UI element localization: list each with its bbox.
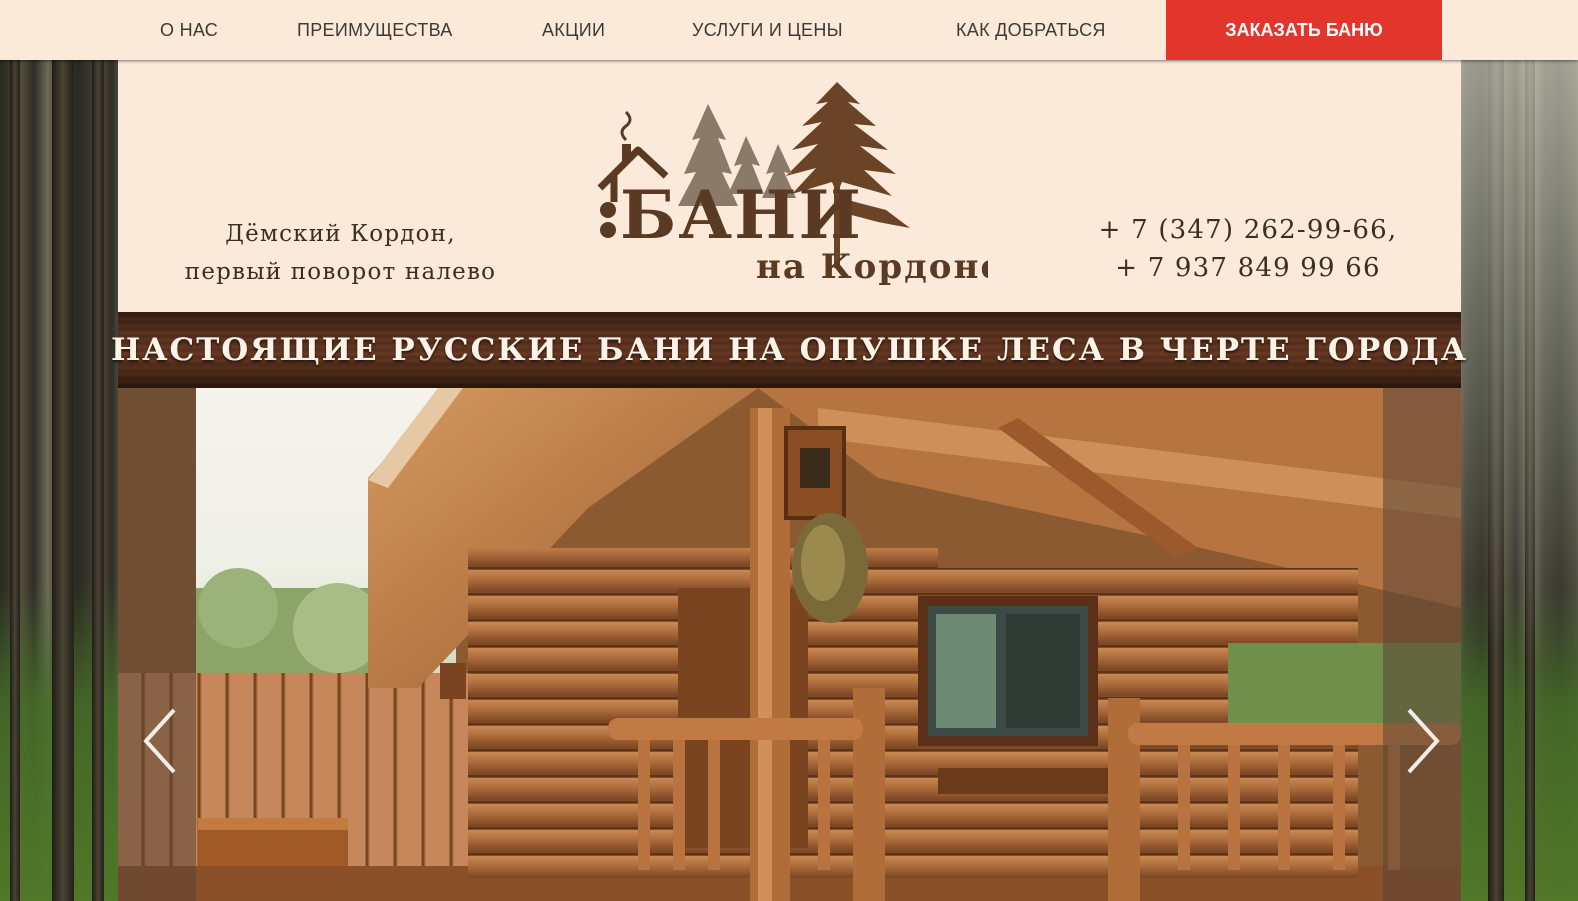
address-line-2: первый поворот налево (184, 259, 497, 285)
top-navigation: О НАС ПРЕИМУЩЕСТВА АКЦИИ УСЛУГИ И ЦЕНЫ К… (0, 0, 1578, 60)
address-line-1: Дёмский Кордон, (225, 221, 456, 247)
logo-graphic: БАНИ на Кордоне (597, 82, 1002, 287)
chevron-left-icon (143, 708, 176, 774)
order-bath-button[interactable]: ЗАКАЗАТЬ БАНЮ (1166, 0, 1442, 60)
forest-light-rays (1460, 60, 1578, 901)
nav-item-about[interactable]: О НАС (160, 0, 218, 60)
slider-prev-button[interactable] (140, 706, 180, 776)
slider-next-button[interactable] (1403, 706, 1443, 776)
tagline-text: НАСТОЯЩИЕ РУССКИЕ БАНИ НА ОПУШКЕ ЛЕСА В … (111, 332, 1468, 368)
address: Дёмский Кордон, первый поворот налево (178, 215, 503, 291)
background-tree (52, 60, 74, 901)
chevron-right-icon (1407, 708, 1440, 774)
site-logo[interactable]: БАНИ на Кордоне (596, 78, 1002, 290)
phone-1[interactable]: + 7 (347) 262-99-66, (1078, 211, 1418, 249)
phone-2[interactable]: + 7 937 849 99 66 (1078, 249, 1418, 287)
logo-word-2: на Кордоне (756, 247, 988, 287)
nav-item-directions[interactable]: КАК ДОБРАТЬСЯ (956, 0, 1106, 60)
background-tree (92, 60, 104, 901)
nav-item-services-prices[interactable]: УСЛУГИ И ЦЕНЫ (692, 0, 843, 60)
bathhouse-photo (118, 388, 1461, 901)
tagline-banner: НАСТОЯЩИЕ РУССКИЕ БАНИ НА ОПУШКЕ ЛЕСА В … (111, 312, 1466, 388)
slider-left-overlay (118, 388, 196, 901)
nav-item-promotions[interactable]: АКЦИИ (542, 0, 605, 60)
site-header: Дёмский Кордон, первый поворот налево БА… (118, 60, 1461, 312)
logo-word-1: БАНИ (620, 176, 863, 254)
background-tree (10, 60, 20, 901)
phones: + 7 (347) 262-99-66, + 7 937 849 99 66 (1078, 211, 1418, 287)
nav-item-advantages[interactable]: ПРЕИМУЩЕСТВА (297, 0, 453, 60)
photo-slider (118, 388, 1461, 901)
slider-right-overlay (1383, 388, 1461, 901)
